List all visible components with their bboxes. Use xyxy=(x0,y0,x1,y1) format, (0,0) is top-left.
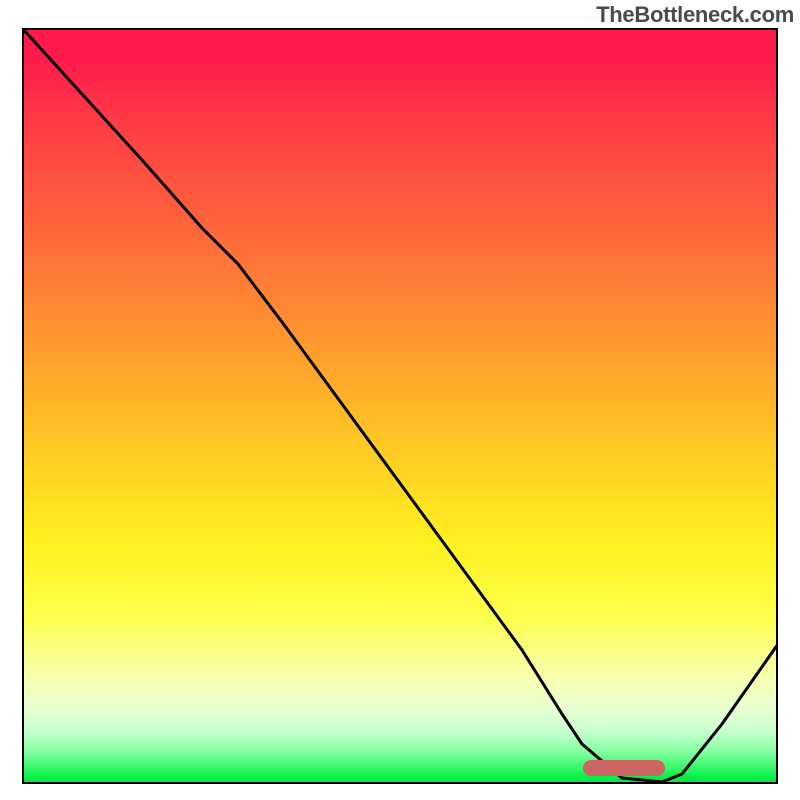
plot-area xyxy=(22,28,778,784)
chart-curve xyxy=(22,28,778,784)
watermark-text: TheBottleneck.com xyxy=(596,2,794,28)
optimal-bar xyxy=(583,760,665,776)
